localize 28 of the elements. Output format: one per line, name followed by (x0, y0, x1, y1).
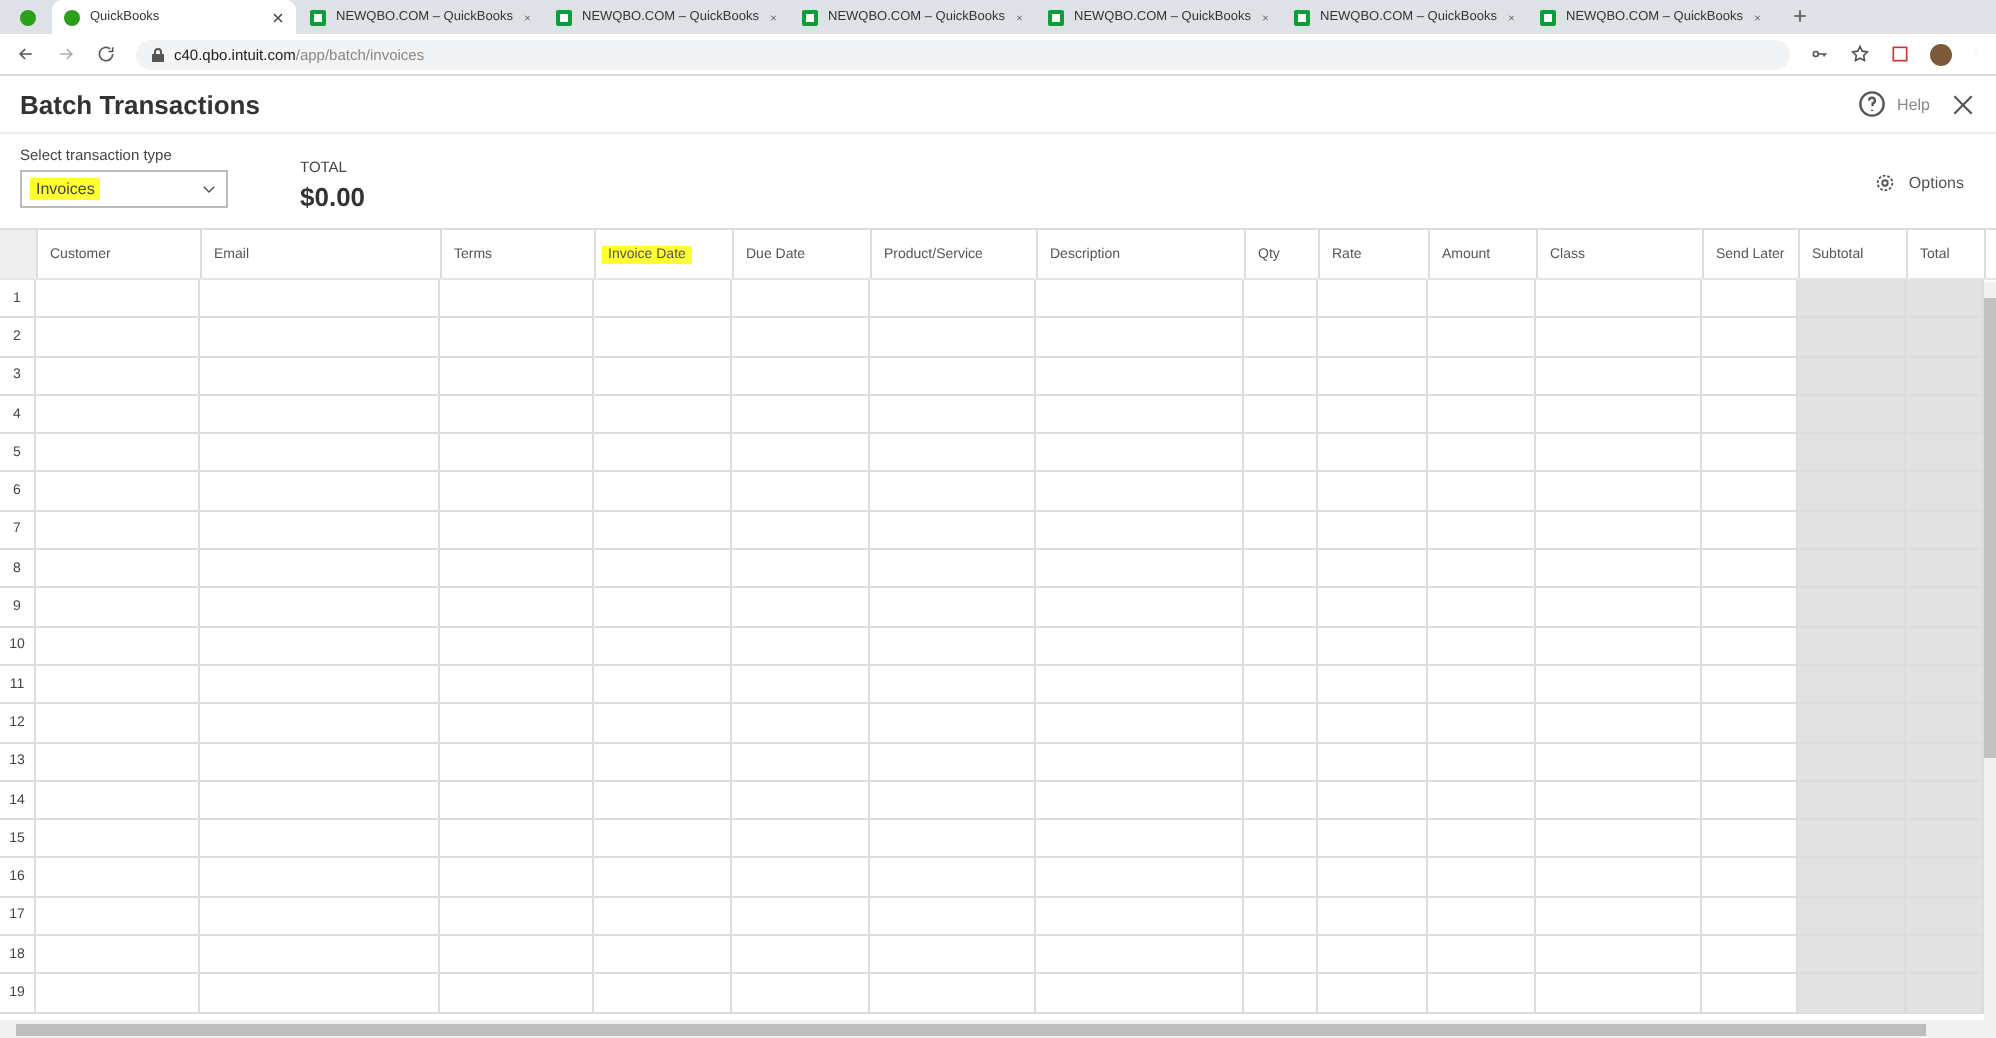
new-tab-icon[interactable] (1790, 6, 1810, 26)
forward-icon[interactable] (56, 44, 76, 64)
back-icon[interactable] (16, 44, 36, 64)
close-icon[interactable] (272, 11, 284, 23)
help-icon[interactable] (1857, 90, 1886, 118)
options-button[interactable]: Options (1862, 170, 1976, 196)
favicon-icon (556, 9, 572, 25)
avatar-icon[interactable] (1930, 43, 1952, 65)
lock-icon (152, 47, 164, 61)
favicon-icon (1048, 9, 1064, 25)
transaction-type-select[interactable]: Invoices (20, 170, 228, 208)
horizontal-scrollbar[interactable] (0, 1020, 1996, 1038)
chevron-down-icon[interactable] (200, 180, 218, 198)
favicon-icon (64, 9, 80, 25)
total-value: $0.00 (300, 182, 366, 212)
close-icon[interactable] (1950, 91, 1976, 117)
settings-icon[interactable] (1874, 172, 1897, 194)
vertical-scrollbar[interactable] (1984, 282, 1996, 1020)
app-icon[interactable] (20, 10, 36, 26)
shield-icon[interactable] (1890, 44, 1910, 64)
favicon-icon (1294, 9, 1310, 25)
reload-icon[interactable] (96, 44, 116, 64)
page-title: Batch Transactions (20, 89, 262, 119)
favicon-icon (802, 9, 818, 25)
favicon-icon (310, 9, 326, 25)
favicon-icon (1540, 9, 1556, 25)
star-icon[interactable] (1850, 44, 1870, 64)
help-button[interactable]: Help (1857, 90, 1930, 118)
